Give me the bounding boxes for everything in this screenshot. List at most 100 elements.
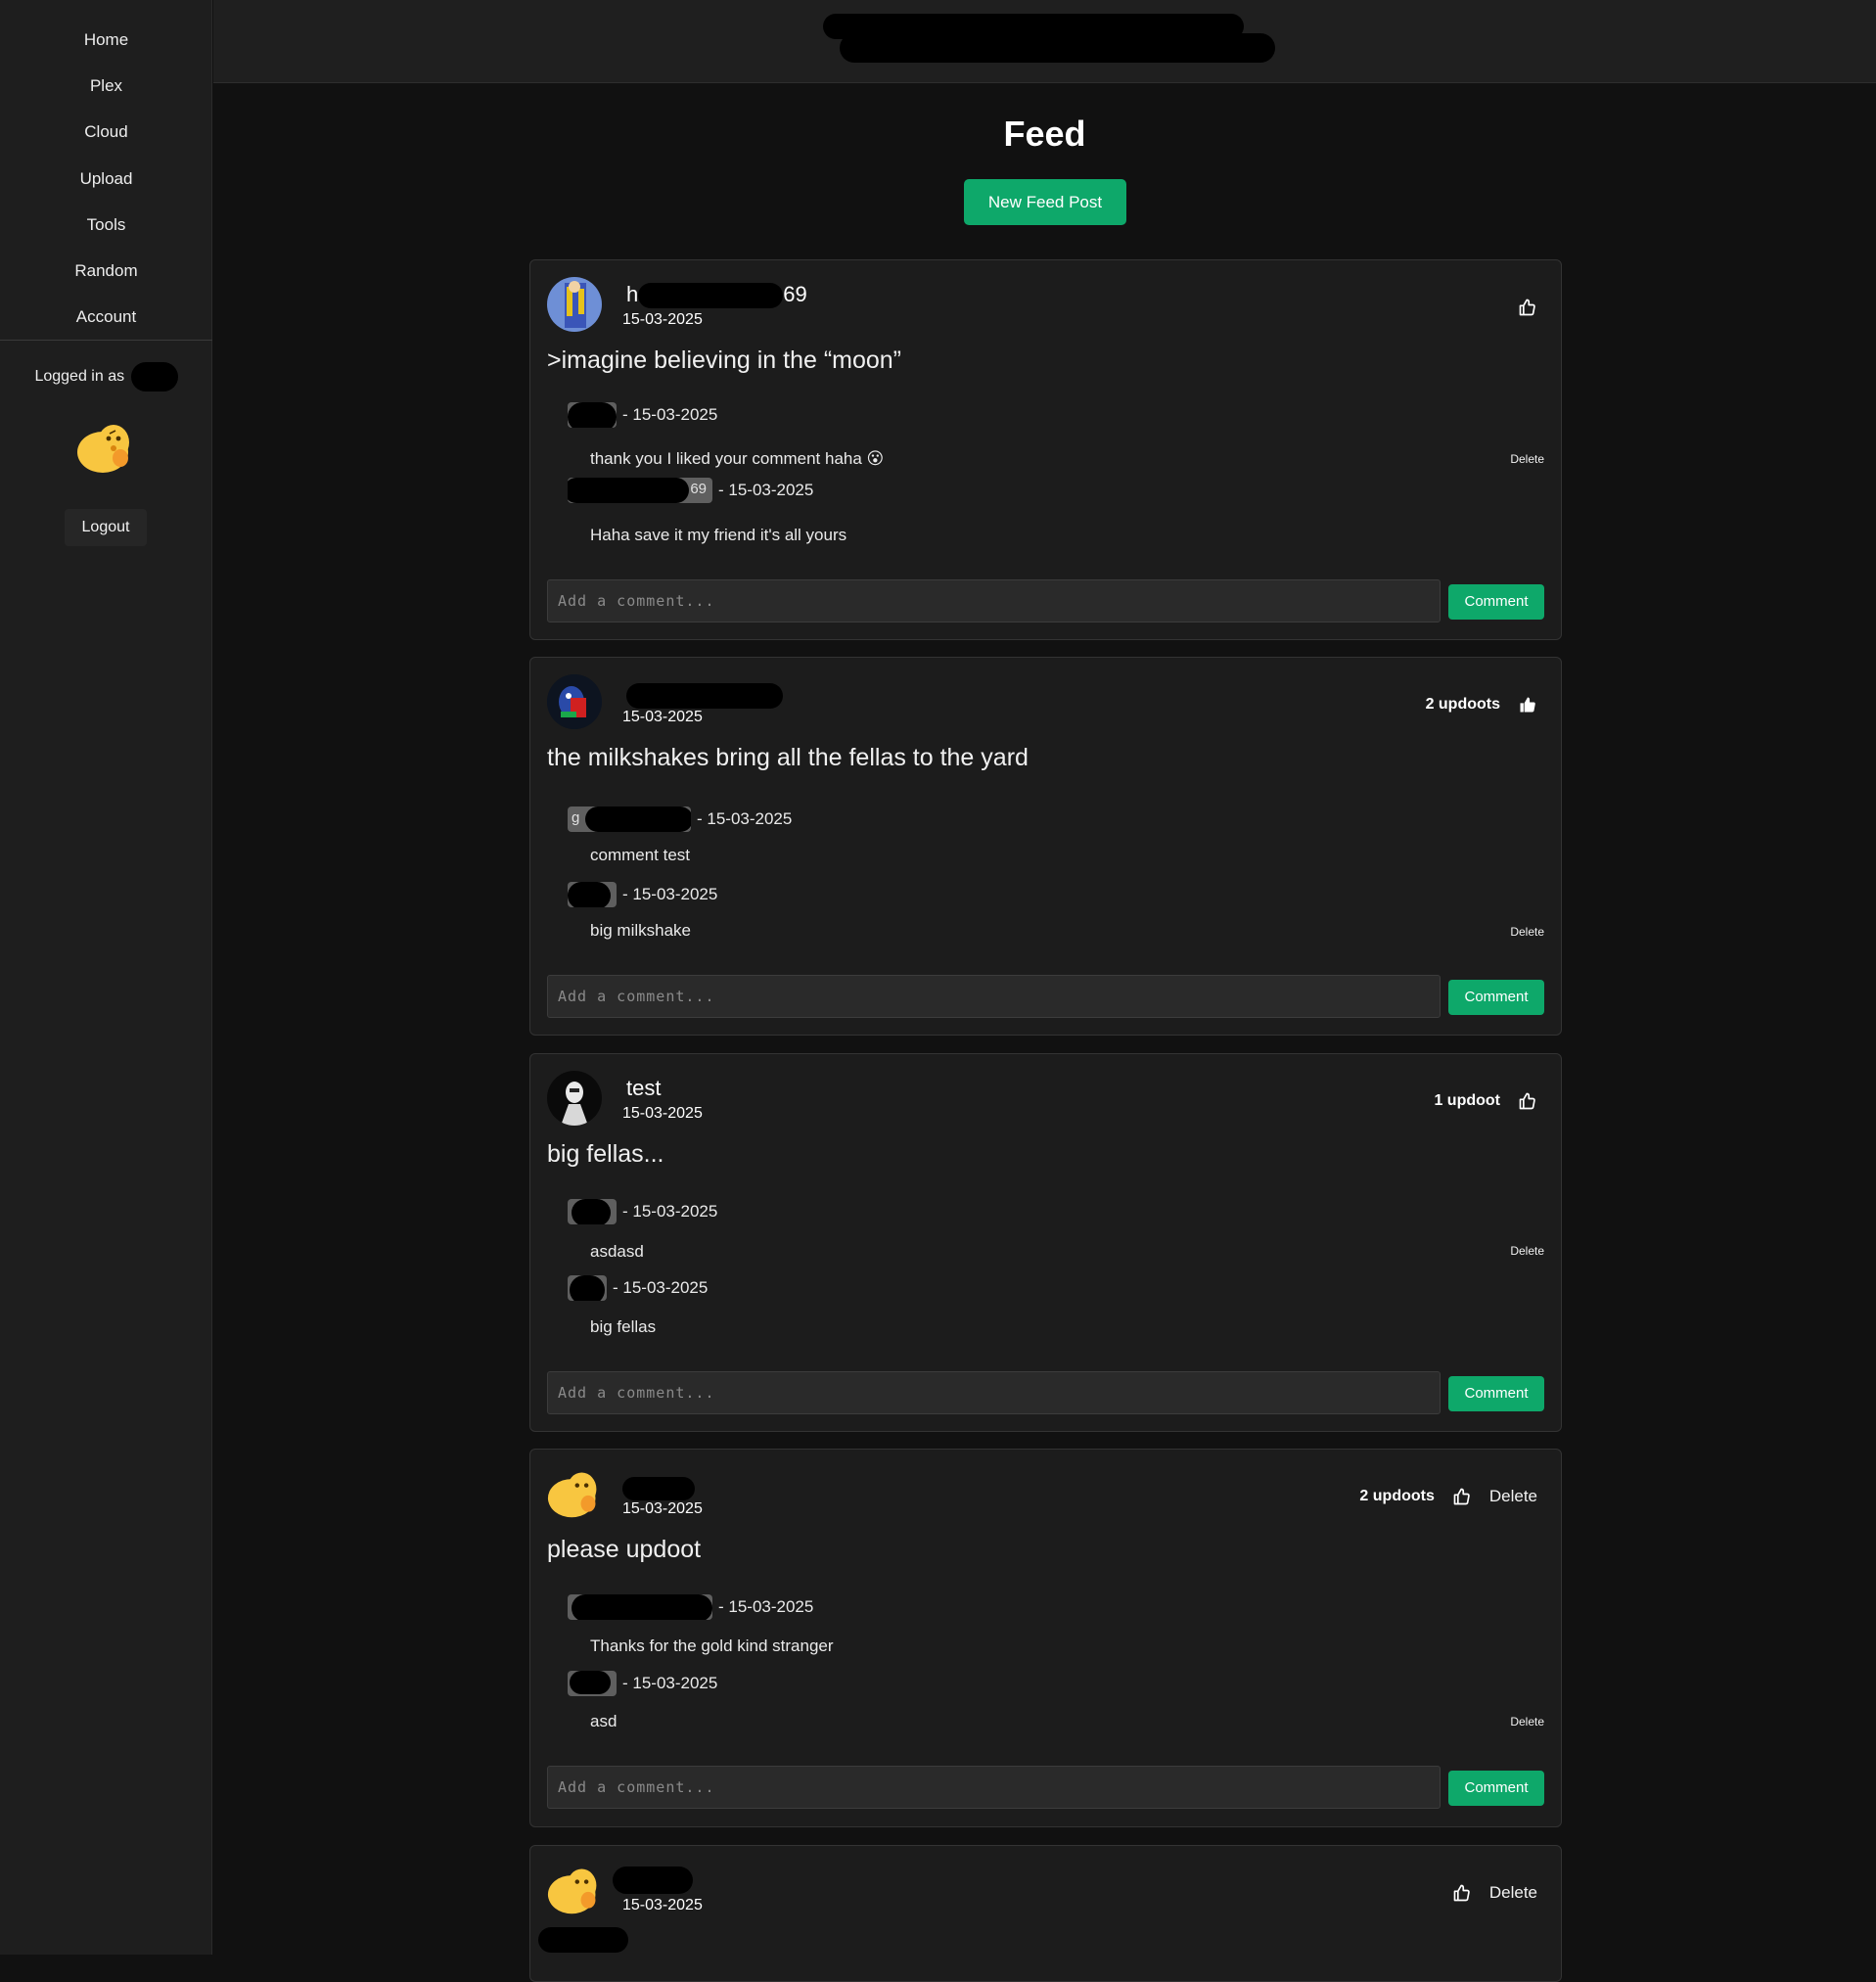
post-author[interactable] — [622, 1471, 695, 1500]
comment-delete-button[interactable]: Delete — [1510, 452, 1544, 466]
comment-text: thank you I liked your comment haha 😮 — [590, 449, 885, 468]
post-content: please updoot — [547, 1536, 702, 1563]
user-avatar-emoji-icon — [547, 1472, 597, 1518]
feed-post: 15-03-2025 please updoot 2 updoots Delet… — [529, 1449, 1562, 1827]
comment-input[interactable] — [547, 1766, 1441, 1809]
comment-date: - 15-03-2025 — [697, 809, 793, 828]
redacted-author — [622, 1477, 695, 1500]
post-author[interactable]: h 69 — [626, 282, 807, 309]
comment-submit-button[interactable]: Comment — [1448, 1771, 1544, 1806]
comment-meta: 69 - 15-03-2025 — [568, 478, 813, 503]
post-content: big fellas... — [547, 1140, 664, 1168]
post-date: 15-03-2025 — [622, 1105, 703, 1122]
post-content: the milkshakes bring all the fellas to t… — [547, 744, 1029, 771]
user-avatar-image — [547, 674, 602, 729]
logout-button[interactable]: Logout — [65, 509, 147, 546]
nav-random[interactable]: Random — [0, 261, 212, 281]
comment-author[interactable]: g — [568, 807, 691, 832]
comment-author[interactable] — [568, 1671, 617, 1696]
comment-author[interactable] — [568, 1199, 617, 1224]
comment-author[interactable]: 69 — [568, 478, 712, 503]
redacted-post-content — [538, 1927, 628, 1953]
comment-delete-button[interactable]: Delete — [1510, 1715, 1544, 1728]
redacted-comment-author — [572, 1199, 611, 1224]
comment-meta: - 15-03-2025 — [568, 882, 717, 907]
feed-post: test 15-03-2025 big fellas... 1 updoot -… — [529, 1053, 1562, 1432]
comment-text: big milkshake — [590, 921, 691, 940]
nav-cloud[interactable]: Cloud — [0, 122, 212, 142]
comment-submit-button[interactable]: Comment — [1448, 584, 1544, 620]
comment-author-visible: g — [572, 809, 580, 826]
top-bar — [213, 0, 1876, 83]
redacted-comment-author — [572, 1594, 712, 1620]
post-avatar[interactable] — [547, 1863, 602, 1917]
redacted-comment-author — [568, 402, 617, 428]
thumbs-up-outline-icon[interactable] — [1518, 298, 1537, 317]
comment-delete-button[interactable]: Delete — [1510, 925, 1544, 939]
comment-text: asdasd — [590, 1242, 644, 1261]
comment-author-visible: 69 — [690, 481, 707, 497]
sidebar: Home Plex Cloud Upload Tools Random Acco… — [0, 0, 212, 1955]
post-avatar[interactable] — [547, 277, 602, 332]
comment-text: big fellas — [590, 1317, 657, 1336]
comment-meta: - 15-03-2025 — [568, 1275, 708, 1301]
comment-author[interactable] — [568, 1275, 607, 1301]
redacted-author — [638, 283, 784, 309]
nav-tools[interactable]: Tools — [0, 215, 212, 235]
comment-meta: - 15-03-2025 — [568, 402, 717, 428]
user-avatar-image — [547, 277, 602, 332]
comment-author[interactable] — [568, 402, 617, 428]
page-title: Feed — [1003, 114, 1086, 154]
comment-date: - 15-03-2025 — [622, 1202, 718, 1221]
thumbs-up-outline-icon[interactable] — [1452, 1883, 1472, 1903]
comment-meta: - 15-03-2025 — [568, 1671, 717, 1696]
sidebar-divider — [0, 340, 212, 341]
nav-plex[interactable]: Plex — [0, 76, 212, 96]
thumbs-up-outline-icon[interactable] — [1518, 1091, 1537, 1111]
new-feed-post-button[interactable]: New Feed Post — [964, 179, 1126, 225]
post-avatar[interactable] — [547, 674, 602, 729]
comment-input[interactable] — [547, 975, 1441, 1018]
post-author[interactable]: test — [626, 1076, 661, 1101]
comment-author[interactable] — [568, 882, 617, 907]
logged-in-status: Logged in as — [0, 362, 212, 392]
post-delete-button[interactable]: Delete — [1489, 1883, 1537, 1903]
user-avatar-image — [547, 1071, 602, 1126]
post-actions: 1 updoot — [1434, 1089, 1537, 1113]
comment-input[interactable] — [547, 1371, 1441, 1414]
user-avatar-emoji-icon — [77, 425, 129, 473]
comment-delete-button[interactable]: Delete — [1510, 1244, 1544, 1258]
comment-input[interactable] — [547, 579, 1441, 622]
comment-date: - 15-03-2025 — [622, 405, 718, 424]
redacted-comment-author — [570, 1275, 605, 1301]
post-date: 15-03-2025 — [622, 1500, 703, 1517]
redacted-username — [130, 362, 178, 392]
author-visible: h — [626, 282, 639, 306]
updoot-count: 2 updoots — [1359, 1488, 1435, 1504]
nav-home[interactable]: Home — [0, 30, 212, 50]
post-date: 15-03-2025 — [622, 709, 703, 725]
post-avatar[interactable] — [547, 1071, 602, 1126]
updoot-count: 2 updoots — [1425, 696, 1500, 713]
redacted-author — [626, 683, 783, 709]
comment-submit-button[interactable]: Comment — [1448, 1376, 1544, 1411]
comment-meta: - 15-03-2025 — [568, 1199, 717, 1224]
post-delete-button[interactable]: Delete — [1489, 1487, 1537, 1506]
comment-date: - 15-03-2025 — [622, 1674, 718, 1692]
thumbs-up-outline-icon[interactable] — [1452, 1487, 1472, 1506]
redacted-comment-author — [585, 807, 691, 832]
redacted-author — [613, 1867, 693, 1895]
redacted-comment-author — [570, 1671, 611, 1694]
comment-date: - 15-03-2025 — [613, 1278, 709, 1297]
post-author[interactable] — [626, 679, 783, 709]
post-author[interactable] — [613, 1867, 693, 1895]
nav-account[interactable]: Account — [0, 307, 212, 327]
thumbs-up-filled-icon[interactable] — [1518, 695, 1537, 714]
updoot-count: 1 updoot — [1434, 1092, 1500, 1109]
logged-in-label: Logged in as — [34, 368, 125, 386]
nav-upload[interactable]: Upload — [0, 169, 212, 189]
post-avatar[interactable] — [547, 1466, 602, 1521]
comment-author[interactable] — [568, 1594, 712, 1620]
feed-post: 15-03-2025 Delete — [529, 1845, 1562, 1982]
comment-submit-button[interactable]: Comment — [1448, 980, 1544, 1015]
